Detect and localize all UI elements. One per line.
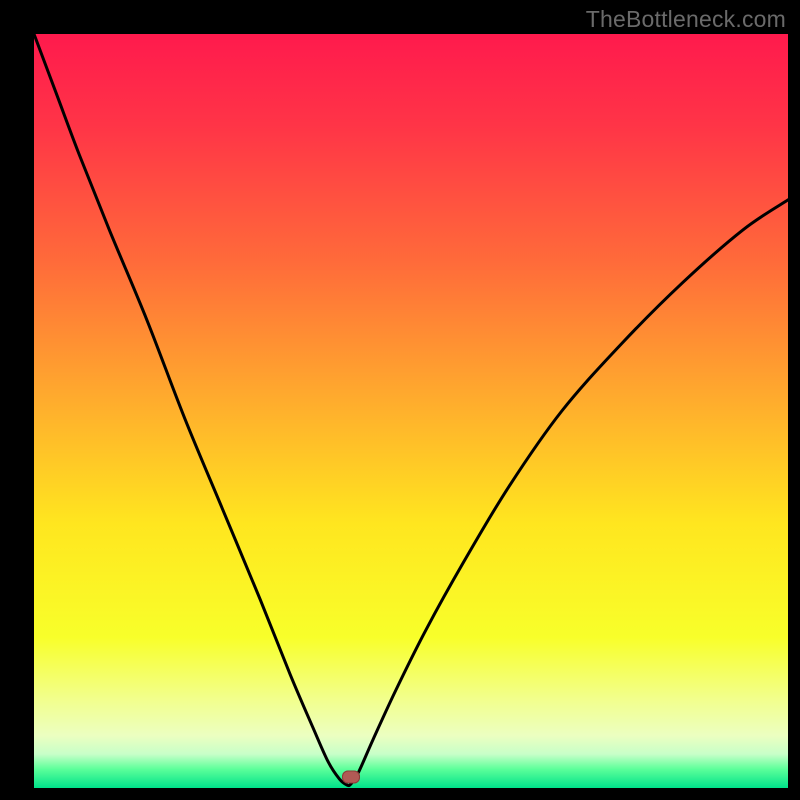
plot-area	[34, 34, 788, 788]
chart-frame: TheBottleneck.com	[0, 0, 800, 800]
minimum-marker	[342, 770, 360, 783]
watermark-text: TheBottleneck.com	[586, 6, 786, 33]
bottleneck-curve	[34, 34, 788, 788]
